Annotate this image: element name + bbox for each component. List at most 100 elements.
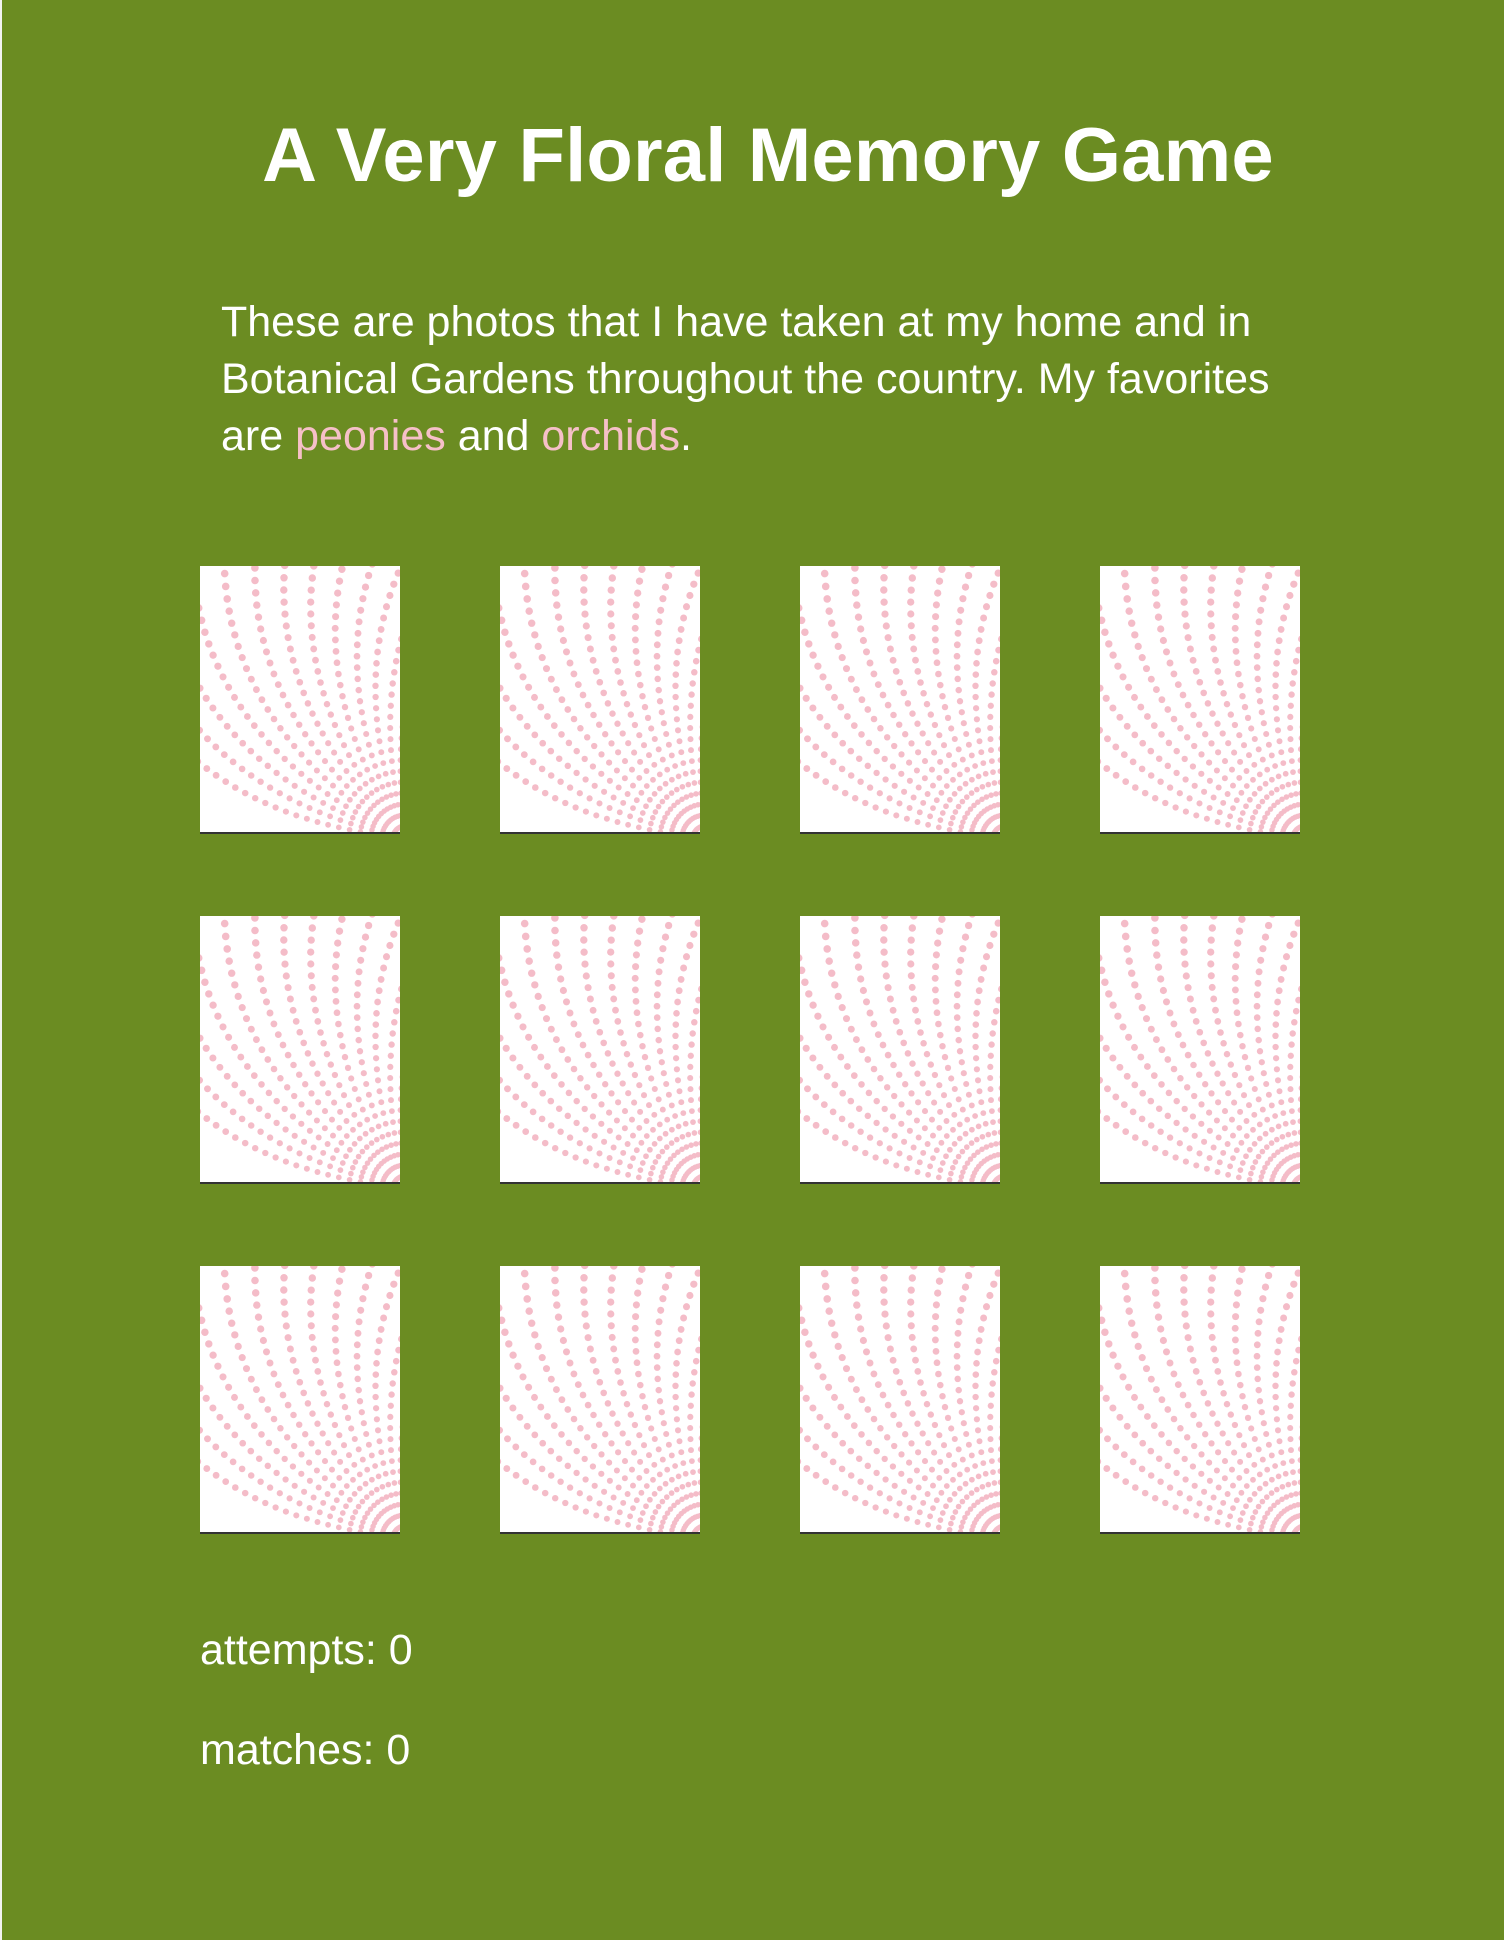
pattern-dot <box>812 1471 820 1479</box>
pattern-dot <box>1181 755 1188 763</box>
memory-card-11[interactable] <box>800 1266 1000 1534</box>
pattern-dot <box>1280 1110 1287 1117</box>
pattern-dot <box>1179 1391 1187 1399</box>
pattern-dot <box>373 1359 380 1367</box>
pattern-dot <box>1220 1390 1227 1397</box>
memory-card-6[interactable] <box>500 916 700 1184</box>
pattern-dot <box>255 1455 263 1462</box>
memory-card-12[interactable] <box>1100 1266 1300 1534</box>
pattern-dot <box>968 1140 975 1146</box>
pattern-dot <box>551 1289 560 1297</box>
pattern-dot <box>580 598 588 606</box>
pattern-dot <box>369 566 376 568</box>
pattern-dot <box>380 1110 387 1117</box>
card-board <box>200 566 1302 1534</box>
pattern-dot <box>580 566 589 570</box>
pattern-dot <box>579 691 587 699</box>
pattern-dot <box>1243 783 1250 789</box>
pattern-dot <box>1208 1274 1216 1282</box>
pattern-dot <box>688 1391 695 1398</box>
pattern-dot <box>303 815 310 822</box>
pattern-dot <box>509 1351 517 1359</box>
pattern-dot <box>884 634 892 642</box>
pattern-dot <box>1109 1351 1117 1359</box>
pattern-dot <box>202 694 210 702</box>
orchids-link[interactable]: orchids <box>541 412 680 460</box>
pattern-dot <box>1295 646 1300 654</box>
pattern-dot <box>956 1135 963 1142</box>
pattern-dot <box>356 1471 363 1478</box>
pattern-dot <box>1273 716 1280 723</box>
pattern-dot <box>280 566 289 570</box>
pattern-dot <box>990 580 998 588</box>
pattern-dot <box>987 1402 994 1409</box>
pattern-dot <box>525 1307 533 1315</box>
pattern-dot <box>616 1159 623 1166</box>
pattern-dot <box>915 1449 922 1456</box>
pattern-dot <box>882 1476 889 1483</box>
pattern-dot <box>1233 1147 1240 1154</box>
pattern-dot <box>1246 752 1252 759</box>
pattern-dot <box>340 742 348 749</box>
pattern-dot <box>332 1348 340 1355</box>
pattern-dot <box>904 1400 912 1407</box>
pattern-dot <box>512 1443 520 1451</box>
peonies-link[interactable]: peonies <box>295 412 446 460</box>
memory-card-5[interactable] <box>200 916 400 1184</box>
pattern-dot <box>673 1009 680 1017</box>
pattern-dot <box>974 1427 982 1434</box>
pattern-dot <box>821 1282 830 1291</box>
pattern-dot <box>574 681 582 688</box>
pattern-dot <box>1236 1432 1243 1439</box>
pattern-dot <box>1129 1108 1137 1116</box>
pattern-dot <box>1202 1431 1209 1438</box>
pattern-dot <box>280 936 288 944</box>
pattern-dot <box>553 1301 561 1309</box>
memory-card-9[interactable] <box>200 1266 400 1534</box>
pattern-dot <box>831 1484 839 1491</box>
pattern-dot <box>927 1061 934 1068</box>
pattern-dot <box>1225 1171 1232 1178</box>
pattern-dot <box>633 659 641 667</box>
pattern-dot <box>974 648 981 656</box>
pattern-dot <box>858 1081 865 1088</box>
pattern-dot <box>935 670 942 678</box>
pattern-dot <box>632 998 640 1005</box>
pattern-dot <box>522 778 530 785</box>
pattern-dot <box>972 693 979 701</box>
pattern-dot <box>987 1052 994 1059</box>
memory-card-1[interactable] <box>200 566 400 834</box>
pattern-dot <box>320 1149 327 1156</box>
pattern-dot <box>982 1120 989 1127</box>
pattern-dot <box>351 761 358 768</box>
pattern-dot <box>882 622 890 630</box>
memory-card-7[interactable] <box>800 916 1000 1184</box>
memory-card-10[interactable] <box>500 1266 700 1534</box>
pattern-dot <box>1131 1331 1139 1339</box>
pattern-dot <box>350 776 356 783</box>
memory-card-3[interactable] <box>800 566 1000 834</box>
memory-card-2[interactable] <box>500 566 700 834</box>
pattern-dot <box>1254 979 1262 987</box>
pattern-dot <box>802 694 810 702</box>
memory-card-4[interactable] <box>1100 566 1300 834</box>
pattern-dot <box>680 614 688 622</box>
pattern-dot <box>615 1449 622 1456</box>
pattern-dot <box>600 1389 608 1397</box>
pattern-dot <box>1275 1123 1282 1130</box>
pattern-dot <box>627 813 634 820</box>
pattern-dot <box>1298 735 1300 741</box>
attempts-label: attempts: <box>200 1626 389 1674</box>
pattern-dot <box>972 1405 980 1412</box>
pattern-dot <box>1236 1082 1243 1089</box>
pattern-dot <box>254 1313 263 1321</box>
pattern-dot <box>842 1015 851 1023</box>
memory-card-8[interactable] <box>1100 916 1300 1184</box>
pattern-dot <box>1287 1424 1294 1432</box>
pattern-dot <box>838 1465 846 1473</box>
pattern-dot <box>641 1403 649 1411</box>
pattern-dot <box>677 1325 685 1333</box>
pattern-dot <box>987 1436 994 1443</box>
pattern-dot <box>1298 1085 1300 1091</box>
pattern-dot <box>321 758 329 765</box>
